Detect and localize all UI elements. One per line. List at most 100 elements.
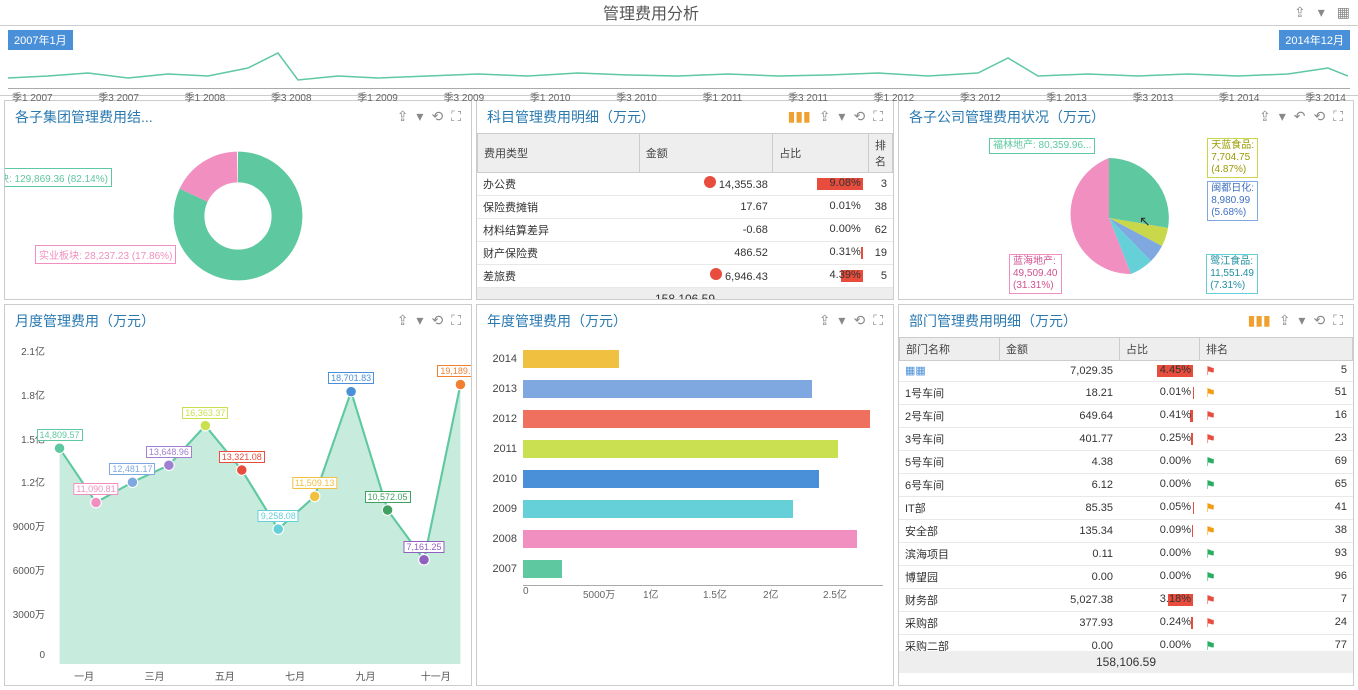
panel-monthly: 月度管理费用（万元） ⇪ ▾ ⟲ ⛶ 2.1亿 1.8亿 1.5亿 1.2亿 9…	[4, 304, 472, 686]
flag-icon: ⚑	[1205, 639, 1216, 651]
bar-chart[interactable]: 20142013201220112010200920082007 05000万1…	[477, 337, 893, 685]
table-row[interactable]: 财产保险费 486.520.31%19	[477, 241, 893, 264]
dept-table-body[interactable]: ▦▦7,029.354.45%⚑ 51号车间18.210.01%⚑ 512号车间…	[899, 361, 1353, 651]
table-row[interactable]: 安全部135.340.09%⚑ 38	[899, 519, 1353, 542]
filter-icon[interactable]: ▾	[416, 108, 423, 125]
flag-icon: ⚑	[1205, 616, 1216, 630]
bar-row[interactable]: 2008	[483, 525, 883, 553]
table-row[interactable]: ▦▦7,029.354.45%⚑ 5	[899, 361, 1353, 382]
bar-label: 2013	[483, 383, 523, 395]
export-icon[interactable]: ⇪	[1279, 312, 1291, 329]
refresh-icon[interactable]: ⟲	[1313, 108, 1325, 125]
table-row[interactable]: 办公费 14,355.389.08%3	[477, 173, 893, 196]
filter-icon[interactable]: ▾	[416, 312, 423, 329]
timeline-end-label[interactable]: 2014年12月	[1279, 30, 1350, 50]
table-row[interactable]: IT部85.350.05%⚑ 41	[899, 496, 1353, 519]
timeline-start-label[interactable]: 2007年1月	[8, 30, 73, 50]
panel-title: 部门管理费用明细（万元）	[909, 311, 1248, 331]
panel-subject-detail: 科目管理费用明细（万元） ▮▮▮ ⇪ ▾ ⟲ ⛶ 费用类型 金额 占比 排名	[476, 100, 894, 300]
export-icon[interactable]: ⇪	[819, 108, 831, 125]
table-row[interactable]: 5号车间4.380.00%⚑ 69	[899, 450, 1353, 473]
filter-icon[interactable]: ▾	[838, 108, 845, 125]
table-row[interactable]: 6号车间6.120.00%⚑ 65	[899, 473, 1353, 496]
export-icon[interactable]: ⇪	[1259, 108, 1271, 125]
bar-row[interactable]: 2013	[483, 375, 883, 403]
panel-title: 各子集团管理费用结...	[15, 107, 397, 127]
expand-icon[interactable]: ⛶	[1333, 108, 1343, 125]
table-row[interactable]: 保险费摊销 17.670.01%38	[477, 195, 893, 218]
panel-group-structure: 各子集团管理费用结... ⇪ ▾ ⟲ ⛶ 地产板块: 129,869.36 (8…	[4, 100, 472, 300]
flag-icon: ⚑	[1205, 478, 1216, 492]
pie-chart[interactable]: 福林地产: 80,359.96... 天蓝食品:7,704.75(4.87%) …	[899, 133, 1353, 299]
bar-label: 2007	[483, 563, 523, 575]
bar-row[interactable]: 2007	[483, 555, 883, 583]
donut-chart[interactable]: 地产板块: 129,869.36 (82.14%) 实业板块: 28,237.2…	[5, 133, 471, 299]
status-dot	[704, 176, 716, 188]
page-title: 管理费用分析	[8, 0, 1294, 24]
flag-icon: ⚑	[1205, 432, 1216, 446]
table-total: 158,106.59	[477, 288, 893, 299]
bar-row[interactable]: 2014	[483, 345, 883, 373]
bar-row[interactable]: 2011	[483, 435, 883, 463]
refresh-icon[interactable]: ⟲	[431, 312, 443, 329]
table-row[interactable]: 差旅费 6,946.434.39%5	[477, 264, 893, 287]
export-icon[interactable]: ⇪	[397, 108, 409, 125]
bar-row[interactable]: 2009	[483, 495, 883, 523]
dept-table[interactable]: 部门名称 金额 占比 排名	[899, 337, 1353, 361]
bar-row[interactable]: 2010	[483, 465, 883, 493]
filter-icon[interactable]: ▾	[1279, 108, 1286, 125]
table-row[interactable]: 1号车间18.210.01%⚑ 51	[899, 381, 1353, 404]
export-icon[interactable]: ⇪	[1294, 4, 1306, 21]
flag-icon: ⚑	[1205, 570, 1216, 584]
expand-icon[interactable]: ⛶	[1333, 312, 1343, 329]
data-label: 12,481.17	[109, 463, 155, 475]
filter-icon[interactable]: ▾	[838, 312, 845, 329]
timeline-selector[interactable]: 2007年1月 2014年12月 季1 2007季3 2007季1 2008季3…	[0, 26, 1358, 96]
dashboard-header: 管理费用分析 ⇪ ▾ ▦	[0, 0, 1358, 26]
filter-icon[interactable]: ▾	[1318, 4, 1325, 21]
table-row[interactable]: 博望园0.000.00%⚑ 96	[899, 565, 1353, 588]
table-row[interactable]: 滨海项目0.110.00%⚑ 93	[899, 542, 1353, 565]
bar-row[interactable]: 2012	[483, 405, 883, 433]
table-row[interactable]: 3号车间401.770.25%⚑ 23	[899, 427, 1353, 450]
calendar-icon[interactable]: ▦	[1337, 4, 1350, 21]
pie-slice-label: 鹭江食品:11,551.49(7.31%)	[1206, 254, 1258, 294]
line-chart[interactable]: 14,809.5711,090.8112,481.1713,648.9616,3…	[49, 337, 471, 685]
expand-icon[interactable]: ⛶	[873, 108, 883, 125]
table-row[interactable]: 采购二部0.000.00%⚑ 77	[899, 634, 1353, 651]
flag-icon: ⚑	[1205, 455, 1216, 469]
donut-slice-label: 地产板块: 129,869.36 (82.14%)	[5, 168, 112, 187]
filter-icon[interactable]: ▾	[1298, 312, 1305, 329]
export-icon[interactable]: ⇪	[397, 312, 409, 329]
refresh-icon[interactable]: ⟲	[853, 312, 865, 329]
table-row[interactable]: 2号车间649.640.41%⚑ 16	[899, 404, 1353, 427]
flag-icon: ⚑	[1205, 524, 1216, 538]
pie-slice-label: 蓝海地产:49,509.40(31.31%)	[1009, 254, 1062, 294]
flag-icon: ⚑	[1205, 501, 1216, 515]
data-label: 11,090.81	[73, 483, 118, 495]
refresh-icon[interactable]: ⟲	[853, 108, 865, 125]
status-dot	[710, 268, 722, 280]
columns-icon[interactable]: ▮▮▮	[1248, 312, 1271, 329]
table-row[interactable]: 财务部5,027.383.18%⚑ 7	[899, 588, 1353, 611]
table-row[interactable]: 采购部377.930.24%⚑ 24	[899, 611, 1353, 634]
bar-label: 2014	[483, 353, 523, 365]
refresh-icon[interactable]: ⟲	[431, 108, 443, 125]
refresh-icon[interactable]: ⟲	[1313, 312, 1325, 329]
data-label: 13,648.96	[146, 446, 192, 458]
flag-icon: ⚑	[1205, 547, 1216, 561]
table-row[interactable]: 材料结算差异 -0.680.00%62	[477, 218, 893, 241]
data-label: 16,363.37	[182, 407, 228, 419]
expand-icon[interactable]: ⛶	[873, 312, 883, 329]
expand-icon[interactable]: ⛶	[451, 108, 461, 125]
flag-icon: ⚑	[1205, 386, 1216, 400]
panel-title: 月度管理费用（万元）	[15, 311, 397, 331]
undo-icon[interactable]: ↶	[1294, 108, 1306, 125]
subject-table[interactable]: 费用类型 金额 占比 排名	[477, 133, 893, 173]
export-icon[interactable]: ⇪	[819, 312, 831, 329]
columns-icon[interactable]: ▮▮▮	[788, 108, 811, 125]
data-label: 18,701.83	[328, 372, 374, 384]
subject-table-body[interactable]: 办公费 14,355.389.08%3保险费摊销 17.670.01%38材料结…	[477, 173, 893, 288]
flag-icon: ⚑	[1205, 593, 1216, 607]
expand-icon[interactable]: ⛶	[451, 312, 461, 329]
